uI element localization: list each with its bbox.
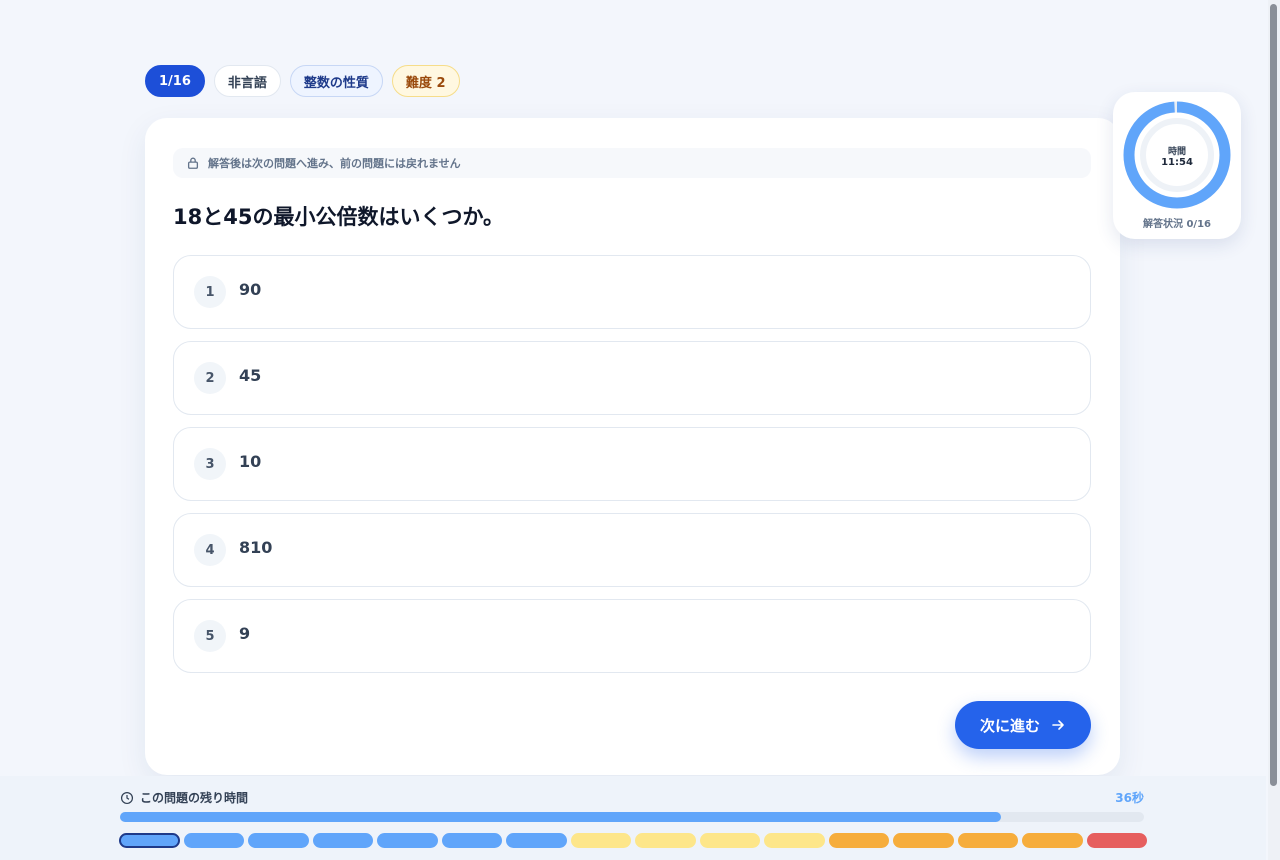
option-text: 10 xyxy=(239,452,262,471)
option-number: 4 xyxy=(194,534,226,566)
option-text: 9 xyxy=(239,624,251,643)
timer-label: 時間 xyxy=(1167,147,1186,157)
question-segment xyxy=(119,833,180,848)
question-segment xyxy=(893,833,954,848)
question-segment xyxy=(635,833,696,848)
option-text: 90 xyxy=(239,280,262,299)
clock-icon xyxy=(120,791,134,804)
question-segment xyxy=(312,833,373,848)
question-segment xyxy=(570,833,631,848)
option-text: 45 xyxy=(239,366,262,385)
remaining-time-fill xyxy=(120,812,1001,822)
scrollbar-thumb[interactable] xyxy=(1270,4,1277,786)
remaining-time-text: この問題の残り時間 xyxy=(140,791,249,805)
question-text: 18と45の最小公倍数はいくつか。 xyxy=(173,205,505,229)
section-chip: 非言語 xyxy=(213,65,281,97)
question-card: 解答後は次の問題へ進み、前の問題には戻れません 18と45の最小公倍数はいくつか… xyxy=(145,118,1120,775)
lock-icon xyxy=(187,157,199,169)
next-button[interactable]: 次に進む xyxy=(955,701,1091,749)
question-progress-segments xyxy=(119,833,1147,848)
progress-chip: 1/16 xyxy=(145,65,205,97)
category-chip: 整数の性質 xyxy=(289,65,383,97)
answer-option-1[interactable]: 1 90 xyxy=(173,255,1091,329)
question-segment xyxy=(183,833,244,848)
notice-text: 解答後は次の問題へ進み、前の問題には戻れません xyxy=(208,157,461,170)
difficulty-chip: 難度 2 xyxy=(391,65,460,97)
question-segment xyxy=(1022,833,1083,848)
timer-time: 11:54 xyxy=(1161,157,1193,168)
next-button-label: 次に進む xyxy=(979,717,1040,735)
arrow-right-icon xyxy=(1052,720,1064,730)
remaining-time-track xyxy=(120,812,1144,822)
no-return-notice: 解答後は次の問題へ進み、前の問題には戻れません xyxy=(173,148,1091,178)
remaining-time-label: この問題の残り時間 xyxy=(120,789,248,806)
question-segment xyxy=(248,833,309,848)
option-number: 3 xyxy=(194,448,226,480)
question-segment xyxy=(377,833,438,848)
answer-option-4[interactable]: 4 810 xyxy=(173,513,1091,587)
option-number: 1 xyxy=(194,276,226,308)
answer-option-5[interactable]: 5 9 xyxy=(173,599,1091,673)
question-segment xyxy=(506,833,567,848)
question-segment xyxy=(764,833,825,848)
answer-option-3[interactable]: 3 10 xyxy=(173,427,1091,501)
remaining-seconds: 36秒 xyxy=(1115,791,1144,805)
question-segment xyxy=(699,833,760,848)
option-text: 810 xyxy=(239,538,273,557)
option-number: 2 xyxy=(194,362,226,394)
question-meta-chips: 1/16 非言語 整数の性質 難度 2 xyxy=(145,65,460,97)
answer-status: 解答状況 0/16 xyxy=(1142,219,1211,230)
question-segment xyxy=(828,833,889,848)
answer-option-2[interactable]: 2 45 xyxy=(173,341,1091,415)
question-timer-bar: この問題の残り時間 36秒 xyxy=(0,776,1266,860)
question-segment xyxy=(1086,833,1147,848)
total-timer-widget: 時間 11:54 解答状況 0/16 xyxy=(1113,92,1241,239)
question-segment xyxy=(957,833,1018,848)
option-number: 5 xyxy=(194,620,226,652)
question-segment xyxy=(441,833,502,848)
